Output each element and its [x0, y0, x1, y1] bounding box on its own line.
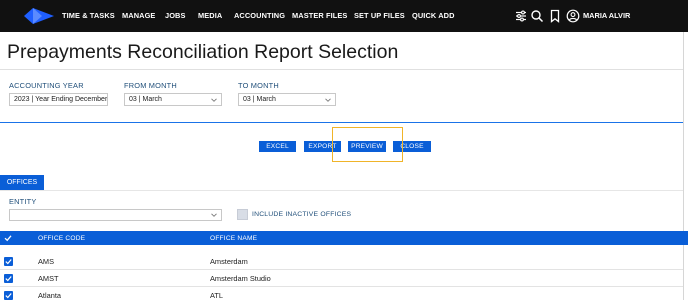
nav-item-master-files[interactable]: MASTER FILES: [292, 11, 347, 20]
content-right-border: [683, 32, 684, 300]
nav-item-set-up-files[interactable]: SET UP FILES: [354, 11, 405, 20]
accounting-year-label: ACCOUNTING YEAR: [9, 81, 84, 90]
accounting-year-select[interactable]: 2023 | Year Ending December: [9, 93, 108, 106]
nav-item-accounting[interactable]: ACCOUNTING: [234, 11, 285, 20]
table-row[interactable]: Atlanta ATL: [0, 287, 683, 300]
accounting-year-value: 2023 | Year Ending December: [14, 96, 108, 103]
include-inactive-checkbox[interactable]: [237, 209, 248, 220]
title-divider: [0, 69, 683, 70]
from-month-label: FROM MONTH: [124, 81, 177, 90]
select-all-checkbox[interactable]: [4, 234, 12, 242]
filter-sliders-icon[interactable]: [514, 9, 528, 23]
office-code-cell: Atlanta: [38, 291, 62, 300]
nav-item-manage[interactable]: MANAGE: [122, 11, 155, 20]
preview-focus-highlight: [332, 127, 403, 162]
to-month-select[interactable]: 03 | March: [238, 93, 336, 106]
nav-item-time-tasks[interactable]: TIME & TASKS: [62, 11, 115, 20]
tab-offices[interactable]: OFFICES: [0, 175, 44, 190]
office-code-cell: AMST: [38, 274, 59, 283]
search-icon[interactable]: [530, 9, 544, 23]
column-header-office-name[interactable]: OFFICE NAME: [210, 235, 257, 242]
row-checkbox[interactable]: [4, 291, 13, 300]
nav-item-jobs[interactable]: JOBS: [165, 11, 186, 20]
bookmark-icon[interactable]: [548, 9, 562, 23]
office-name-cell: ATL: [210, 291, 224, 300]
office-name-cell: Amsterdam: [210, 257, 248, 266]
user-icon[interactable]: [566, 9, 580, 23]
to-month-label: TO MONTH: [238, 81, 279, 90]
nav-item-quick-add[interactable]: QUICK ADD: [412, 11, 455, 20]
column-header-office-code[interactable]: OFFICE CODE: [38, 235, 85, 242]
chevron-down-icon: [325, 98, 331, 102]
section-divider: [0, 122, 683, 123]
entity-label: ENTITY: [9, 197, 37, 206]
office-code-cell: AMS: [38, 257, 55, 266]
from-month-value: 03 | March: [129, 96, 162, 103]
nav-item-media[interactable]: MEDIA: [198, 11, 222, 20]
tab-divider: [0, 190, 683, 191]
chevron-down-icon: [211, 213, 217, 217]
row-checkbox[interactable]: [4, 257, 13, 266]
entity-select[interactable]: [9, 209, 222, 221]
table-row[interactable]: AMST Amsterdam Studio: [0, 270, 683, 287]
row-checkbox[interactable]: [4, 274, 13, 283]
app-logo-icon[interactable]: [22, 7, 56, 25]
table-row[interactable]: AMS Amsterdam: [0, 253, 683, 270]
from-month-select[interactable]: 03 | March: [124, 93, 222, 106]
top-nav-bar: TIME & TASKS MANAGE JOBS MEDIA ACCOUNTIN…: [0, 0, 688, 32]
user-name[interactable]: MARIA ALVIR: [583, 11, 630, 20]
table-header: OFFICE CODE OFFICE NAME: [0, 231, 688, 245]
excel-button[interactable]: EXCEL: [259, 141, 296, 152]
include-inactive-label: INCLUDE INACTIVE OFFICES: [252, 211, 352, 218]
page-title: Prepayments Reconciliation Report Select…: [7, 41, 399, 63]
to-month-value: 03 | March: [243, 96, 276, 103]
chevron-down-icon: [211, 98, 217, 102]
office-name-cell: Amsterdam Studio: [210, 274, 271, 283]
